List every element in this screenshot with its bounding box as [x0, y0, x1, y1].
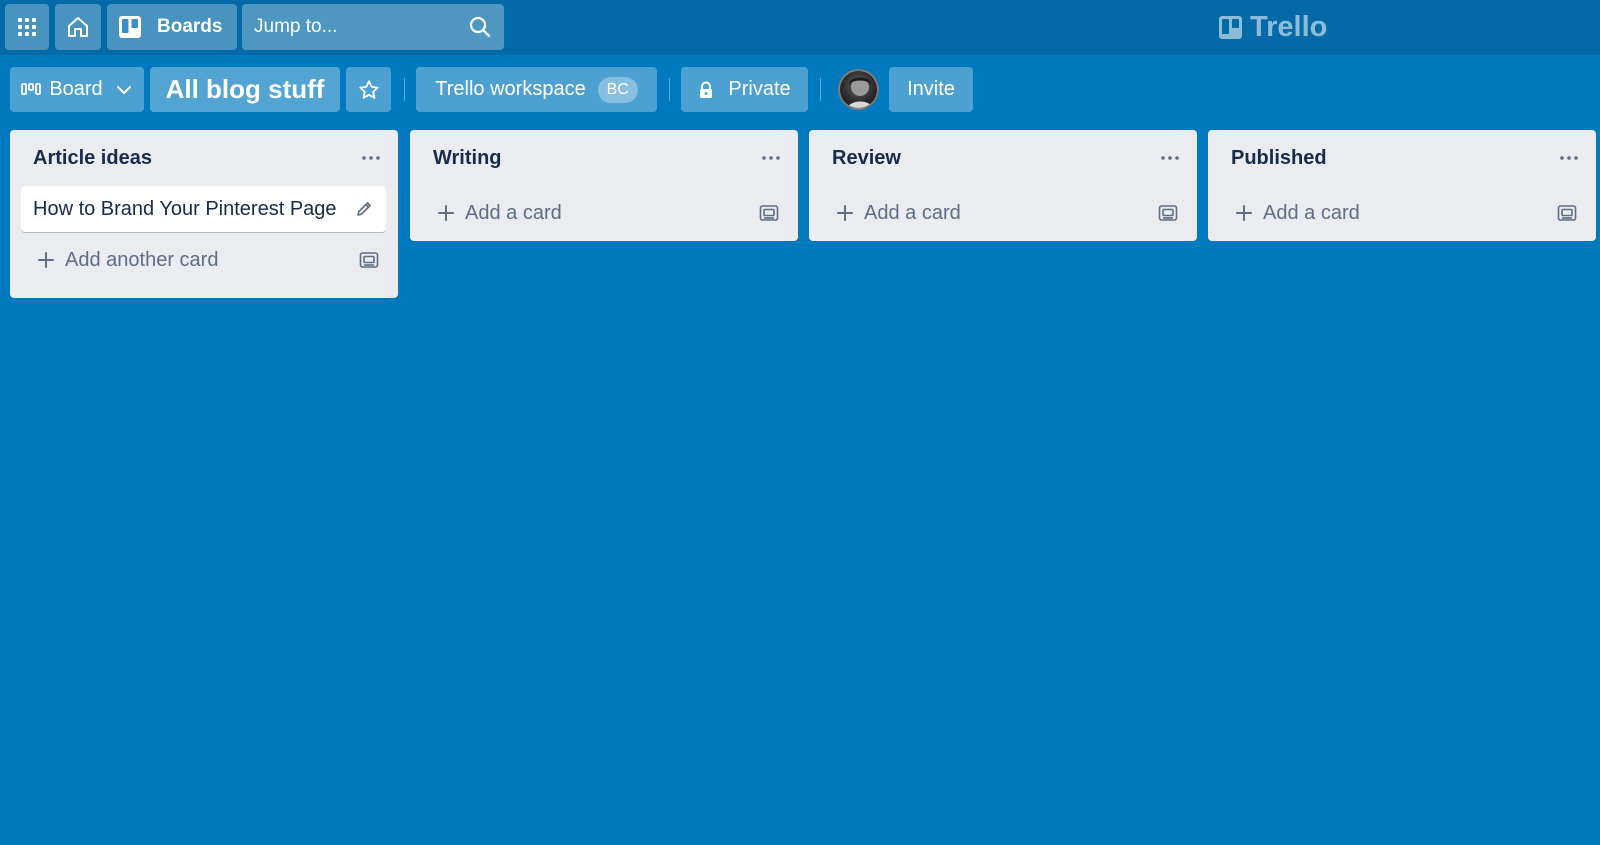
template-icon[interactable] [1557, 204, 1577, 222]
list-title[interactable]: Published [1231, 147, 1327, 170]
list-article-ideas: Article ideas How to Brand Your Pinteres… [10, 130, 398, 298]
list-menu-button[interactable] [1155, 143, 1185, 173]
avatar-image [846, 77, 874, 108]
add-card-button[interactable]: Add a card [437, 202, 562, 225]
lock-icon [700, 81, 713, 98]
board-title[interactable]: All blog stuff [150, 67, 340, 112]
board-view-icon [21, 82, 42, 95]
plus-icon [1236, 205, 1252, 221]
add-card-button[interactable]: Add a card [836, 202, 961, 225]
star-board-button[interactable] [346, 67, 391, 112]
more-horizontal-icon [762, 156, 780, 160]
list-header: Review [809, 130, 1197, 186]
member-avatar[interactable] [838, 69, 879, 110]
add-card-label: Add a card [1263, 201, 1360, 224]
template-icon[interactable] [1158, 204, 1178, 222]
board-header: Board All blog stuff Trello workspace BC… [0, 67, 1600, 113]
workspace-button[interactable]: Trello workspace BC [416, 67, 657, 112]
home-icon [68, 17, 88, 37]
jump-to-search[interactable]: Jump to... [242, 4, 504, 50]
workspace-badge: BC [597, 76, 638, 103]
invite-button[interactable]: Invite [889, 67, 973, 112]
list-header: Published [1208, 130, 1596, 186]
add-card-row: Add a card [410, 185, 798, 241]
header-divider [404, 78, 405, 101]
chevron-down-icon [116, 85, 131, 94]
trello-logo-icon [1219, 15, 1242, 39]
home-button[interactable] [55, 4, 101, 50]
app-switcher-button[interactable] [5, 4, 49, 50]
list-menu-button[interactable] [1554, 143, 1584, 173]
plus-icon [837, 205, 853, 221]
more-horizontal-icon [362, 156, 380, 160]
add-card-row: Add a card [1208, 185, 1596, 241]
top-navigation-bar: Boards Jump to... Trello [0, 0, 1600, 55]
trello-logo[interactable]: Trello [1219, 10, 1328, 43]
add-card-label: Add another card [65, 248, 219, 271]
visibility-label: Private [728, 78, 791, 100]
header-divider [669, 78, 670, 101]
star-icon [358, 79, 379, 99]
list-review: Review Add a card [809, 130, 1197, 241]
list-card[interactable]: How to Brand Your Pinterest Page [21, 186, 386, 232]
list-title[interactable]: Review [832, 147, 901, 170]
template-icon[interactable] [359, 251, 379, 269]
list-title[interactable]: Writing [433, 147, 502, 170]
add-card-row: Add a card [809, 185, 1197, 241]
search-input[interactable]: Jump to... [254, 16, 468, 38]
search-icon [469, 16, 491, 38]
template-icon[interactable] [759, 204, 779, 222]
list-header: Writing [410, 130, 798, 186]
board-view-switcher[interactable]: Board [10, 67, 144, 112]
header-divider [820, 78, 821, 101]
list-menu-button[interactable] [356, 143, 386, 173]
list-header: Article ideas [10, 130, 398, 186]
visibility-button[interactable]: Private [681, 67, 808, 112]
boards-button[interactable]: Boards [107, 4, 237, 50]
workspace-label: Trello workspace [435, 78, 586, 100]
add-card-row: Add another card [10, 232, 398, 288]
more-horizontal-icon [1161, 156, 1179, 160]
boards-label: Boards [157, 16, 223, 37]
board-view-label: Board [49, 78, 103, 100]
plus-icon [438, 205, 454, 221]
add-card-label: Add a card [864, 201, 961, 224]
add-card-button[interactable]: Add a card [1235, 202, 1360, 225]
grid-icon [18, 18, 36, 36]
list-published: Published Add a card [1208, 130, 1596, 241]
board-icon [119, 16, 141, 38]
pencil-icon[interactable] [355, 200, 373, 218]
card-title: How to Brand Your Pinterest Page [33, 197, 337, 220]
list-menu-button[interactable] [756, 143, 786, 173]
add-card-button[interactable]: Add another card [37, 249, 218, 272]
plus-icon [38, 252, 54, 268]
list-writing: Writing Add a card [410, 130, 798, 241]
logo-text: Trello [1250, 10, 1328, 43]
more-horizontal-icon [1560, 156, 1578, 160]
add-card-label: Add a card [465, 201, 562, 224]
list-title[interactable]: Article ideas [33, 147, 152, 170]
